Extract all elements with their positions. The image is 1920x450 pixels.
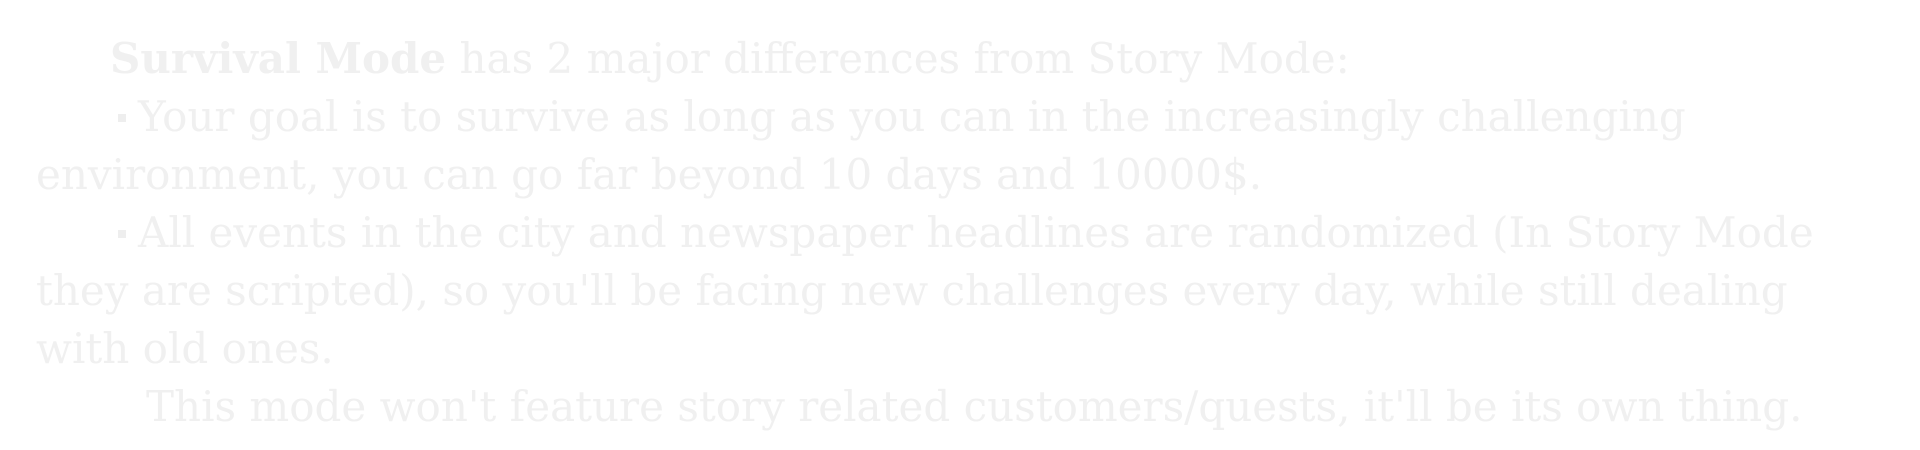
footer-paragraph: This mode won't feature story related cu… <box>36 378 1884 436</box>
intro-text: has 2 major differences from Story Mode: <box>446 34 1350 83</box>
text-panel: Survival Mode has 2 major differences fr… <box>0 0 1920 450</box>
bullet-item-events: All events in the city and newspaper hea… <box>36 204 1884 378</box>
footer-text: This mode won't feature story related cu… <box>146 382 1803 431</box>
intro-paragraph: Survival Mode has 2 major differences fr… <box>36 30 1884 88</box>
bullet-item-goal: Your goal is to survive as long as you c… <box>36 88 1884 204</box>
mode-name: Survival Mode <box>110 34 447 83</box>
bullet-text: Your goal is to survive as long as you c… <box>36 92 1686 199</box>
bullet-icon <box>118 114 126 122</box>
bullet-icon <box>118 230 126 238</box>
bullet-text: All events in the city and newspaper hea… <box>36 208 1814 373</box>
